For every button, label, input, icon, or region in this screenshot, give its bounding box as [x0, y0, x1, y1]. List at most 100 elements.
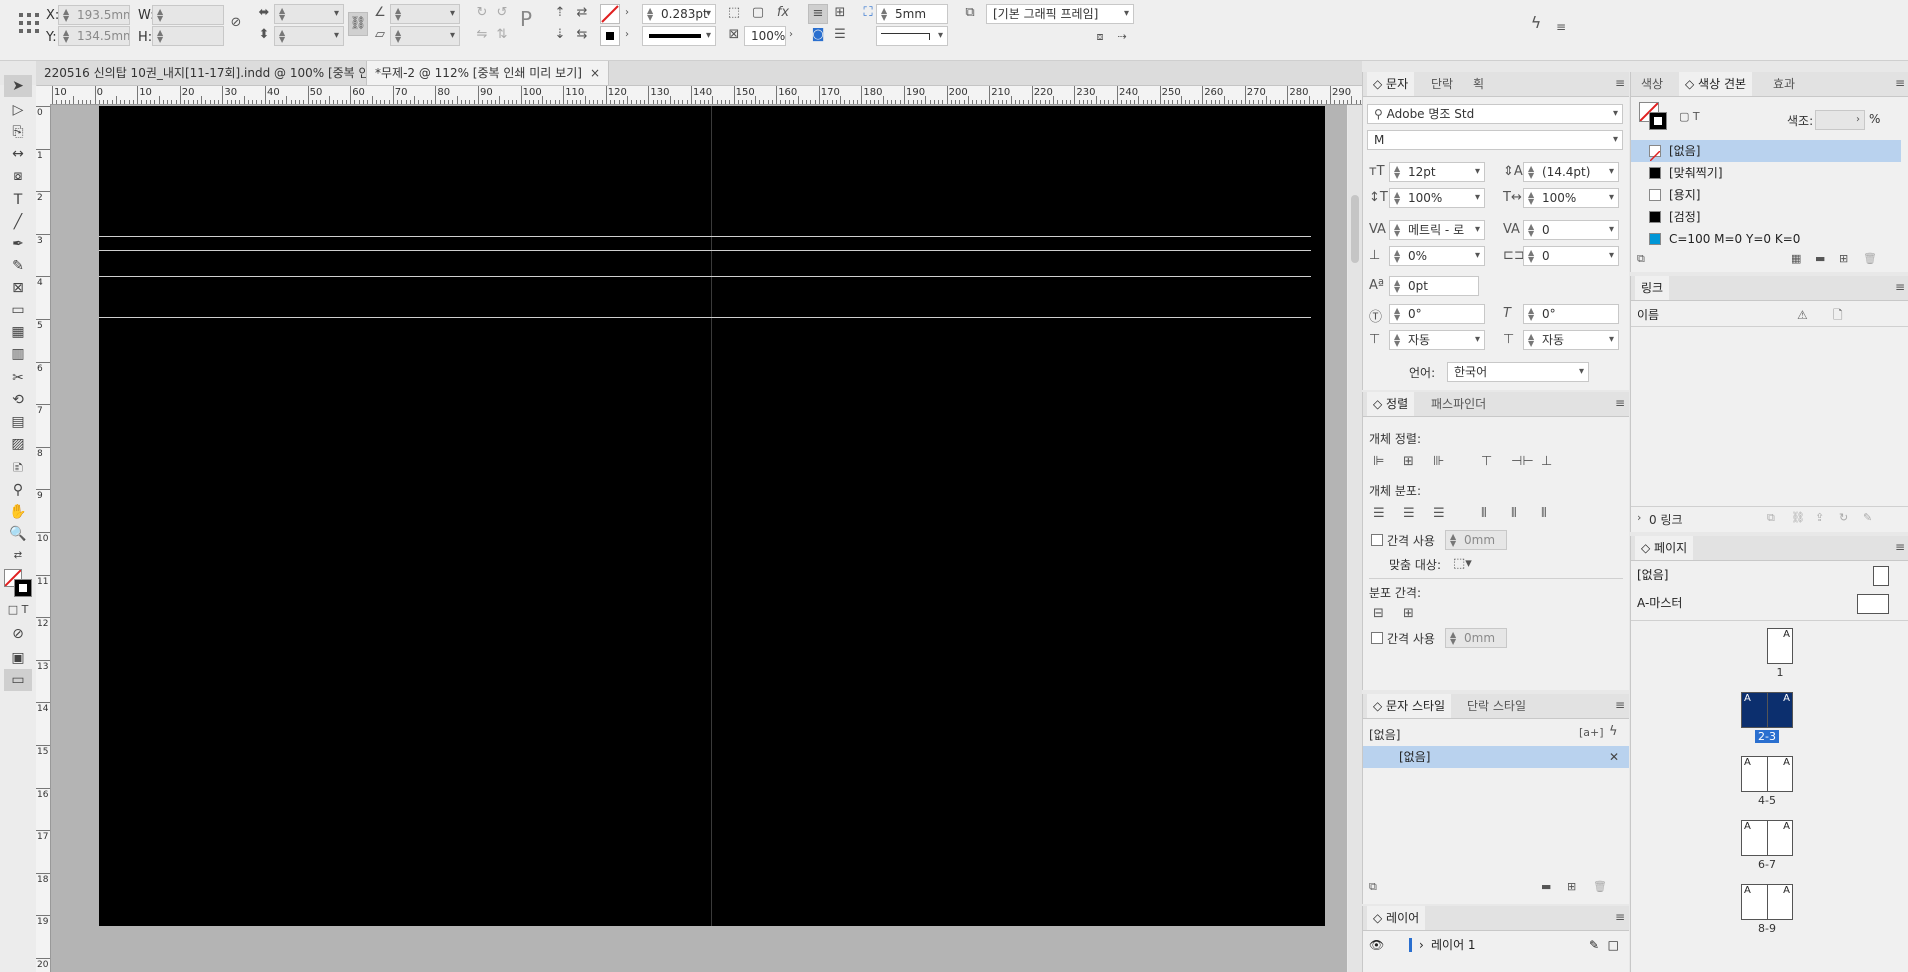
- links-column-header[interactable]: 이름 ⚠ 🗋: [1631, 304, 1908, 327]
- stroke-swatch[interactable]: [600, 26, 620, 46]
- gradient-feather-tool-icon[interactable]: ▨: [4, 433, 32, 455]
- style-list-item[interactable]: [없음] ✕: [1363, 746, 1629, 768]
- h-field[interactable]: ▲ ▼: [152, 26, 224, 46]
- fx-icon[interactable]: fx: [774, 4, 792, 22]
- gradient-tool-icon[interactable]: ▤: [4, 411, 32, 433]
- rotate-cw-icon[interactable]: ↻: [474, 4, 490, 22]
- formatting-container-icon[interactable]: □ T: [4, 599, 32, 621]
- horizontal-ruler[interactable]: 10 0 10 20 30 40 50 60 70 80 90 100 110 120 130 140 150 1…: [50, 86, 1362, 105]
- new-color-group-icon[interactable]: ▦: [1791, 252, 1801, 265]
- swatch-row[interactable]: [검정]: [1631, 206, 1901, 228]
- style-group-icon[interactable]: ⧉: [1369, 880, 1377, 894]
- tab-swatches[interactable]: ◇ 색상 견본: [1679, 72, 1753, 96]
- distribute-left-icon[interactable]: ⦀: [1481, 506, 1487, 521]
- rectangle-tool-icon[interactable]: ▭: [4, 299, 32, 321]
- new-style-icon[interactable]: [a+]: [1579, 726, 1604, 739]
- auto-fit-icon[interactable]: ⛶: [860, 4, 876, 22]
- swatch-row[interactable]: [없음]: [1631, 140, 1901, 162]
- panel-menu-icon[interactable]: ≡: [1895, 540, 1905, 554]
- close-icon[interactable]: ×: [590, 66, 600, 80]
- pen-tool-icon[interactable]: ✒: [4, 233, 32, 255]
- apply-none-icon[interactable]: ⊘: [4, 623, 32, 645]
- page-spread[interactable]: [99, 106, 1325, 926]
- ruler-corner[interactable]: [36, 86, 51, 105]
- clear-overrides-icon[interactable]: ⧈: [1092, 28, 1108, 46]
- panel-menu-icon[interactable]: ≡: [1615, 698, 1625, 712]
- hand-tool-icon[interactable]: ✋: [4, 501, 32, 523]
- spacing-field-1[interactable]: ▲ ▼ 0mm: [1445, 530, 1507, 550]
- master-none-row[interactable]: [없음]: [1631, 564, 1908, 586]
- page-thumbnail[interactable]: A: [1767, 628, 1793, 664]
- rotate-field[interactable]: ▲ ▼ ▾: [390, 4, 460, 24]
- flip-h-icon[interactable]: ⇋: [474, 26, 490, 44]
- eyedropper-tool-icon[interactable]: ⚲: [4, 479, 32, 501]
- lightning-icon[interactable]: ϟ: [1526, 14, 1546, 32]
- leading-field[interactable]: ▲ ▼ (14.4pt) ▾: [1523, 162, 1619, 182]
- master-a-row[interactable]: A-마스터: [1631, 592, 1908, 614]
- tab-color[interactable]: 색상: [1635, 72, 1669, 96]
- wrap-bbox-icon[interactable]: ⊞: [832, 4, 848, 22]
- auto-right-field[interactable]: ▲ ▼ 자동 ▾: [1523, 330, 1619, 350]
- swatch-row[interactable]: [용지]: [1631, 184, 1901, 206]
- select-previous-icon[interactable]: ⇄: [574, 4, 590, 22]
- distribute-vcenter-icon[interactable]: ☰: [1403, 506, 1415, 521]
- gap-tool-icon[interactable]: ↔: [4, 143, 32, 165]
- goto-link-icon[interactable]: ⛓: [1791, 511, 1805, 524]
- new-folder-icon[interactable]: ▬: [1541, 880, 1551, 893]
- swatch-row[interactable]: [맞춰찍기]: [1631, 162, 1901, 184]
- expand-icon[interactable]: ›: [1419, 934, 1424, 956]
- update-link-icon[interactable]: ⇪: [1815, 511, 1824, 524]
- stroke-weight-field[interactable]: ▲ ▼ 0.283pt ▾: [642, 4, 716, 24]
- object-style-select[interactable]: [기본 그래픽 프레임] ▾: [986, 4, 1134, 24]
- line-tool-icon[interactable]: ╱: [4, 211, 32, 233]
- align-right-icon[interactable]: ⊪: [1433, 454, 1444, 469]
- skew-field[interactable]: ▲ ▼ 0°: [1523, 304, 1619, 324]
- constrain-proportions-icon[interactable]: ⊘: [228, 14, 244, 32]
- grid-tool-icon[interactable]: ▥: [4, 343, 32, 365]
- distribute-hcenter-icon[interactable]: ⦀: [1511, 506, 1517, 521]
- align-left-icon[interactable]: ⊫: [1373, 454, 1384, 469]
- page-tool-icon[interactable]: ⎘: [4, 121, 32, 143]
- align-vcenter-icon[interactable]: ⊣⊢: [1511, 454, 1534, 469]
- tab-pages[interactable]: ◇ 페이지: [1635, 536, 1694, 560]
- tab-stroke[interactable]: 획: [1467, 72, 1490, 96]
- layer-select-icon[interactable]: □: [1608, 934, 1619, 956]
- spacing-field-2[interactable]: ▲ ▼ 0mm: [1445, 628, 1507, 648]
- tab-paragraph-styles[interactable]: 단락 스타일: [1461, 694, 1532, 718]
- frame-fit-icon[interactable]: ⬚: [726, 4, 742, 22]
- spacing-field[interactable]: ▲ ▼ 5mm: [876, 4, 948, 24]
- frame-shape-icon[interactable]: ▢: [750, 4, 766, 22]
- vertical-scrollbar[interactable]: [1348, 105, 1362, 972]
- opacity-field[interactable]: 100%: [744, 26, 786, 46]
- tab-paragraph[interactable]: 단락: [1425, 72, 1459, 96]
- w-field[interactable]: ▲ ▼: [152, 5, 224, 25]
- show-all-swatches-icon[interactable]: ⧉: [1637, 252, 1645, 266]
- direct-selection-tool-icon[interactable]: ▷: [4, 99, 32, 121]
- language-select[interactable]: 한국어 ▾: [1447, 362, 1589, 382]
- select-next-icon[interactable]: ⇆: [574, 26, 590, 44]
- screen-mode-icon[interactable]: ▭: [4, 669, 32, 691]
- font-style-select[interactable]: M ▾: [1367, 130, 1623, 150]
- distribute-space-h-icon[interactable]: ⊞: [1403, 606, 1414, 621]
- vertical-ruler[interactable]: 0 1 2 3 4 5 6 7 8 9 10 11 12 13 14 15 16 17 18 19 20: [36, 104, 51, 972]
- select-content-icon[interactable]: ⇣: [552, 26, 568, 44]
- align-bottom-icon[interactable]: ⊥: [1541, 454, 1552, 469]
- style-options-icon[interactable]: ⇢: [1114, 28, 1130, 46]
- panel-menu-icon[interactable]: ≡: [1615, 76, 1625, 90]
- pencil-tool-icon[interactable]: ✎: [4, 255, 32, 277]
- tint-field[interactable]: ›: [1815, 110, 1865, 130]
- distribute-right-icon[interactable]: ⦀: [1541, 506, 1547, 521]
- fill-none-swatch[interactable]: [600, 4, 620, 24]
- guide-line[interactable]: [99, 316, 1311, 318]
- tab-links[interactable]: 링크: [1635, 276, 1670, 300]
- swatch-row[interactable]: C=100 M=0 Y=0 K=0: [1631, 228, 1901, 250]
- trash-icon[interactable]: 🗑: [1863, 252, 1877, 265]
- content-collector-icon[interactable]: ⧇: [4, 165, 32, 187]
- pen-icon[interactable]: ✎: [1589, 934, 1599, 956]
- corner-style-field[interactable]: ▾: [876, 26, 948, 46]
- use-spacing-checkbox-2[interactable]: [1371, 632, 1383, 644]
- stroke-type-field[interactable]: ▾: [642, 26, 716, 46]
- view-mode-icon[interactable]: ▣: [4, 647, 32, 669]
- panel-menu-icon[interactable]: ≡: [1615, 396, 1625, 410]
- font-family-select[interactable]: ⚲ Adobe 명조 Std ▾: [1367, 104, 1623, 124]
